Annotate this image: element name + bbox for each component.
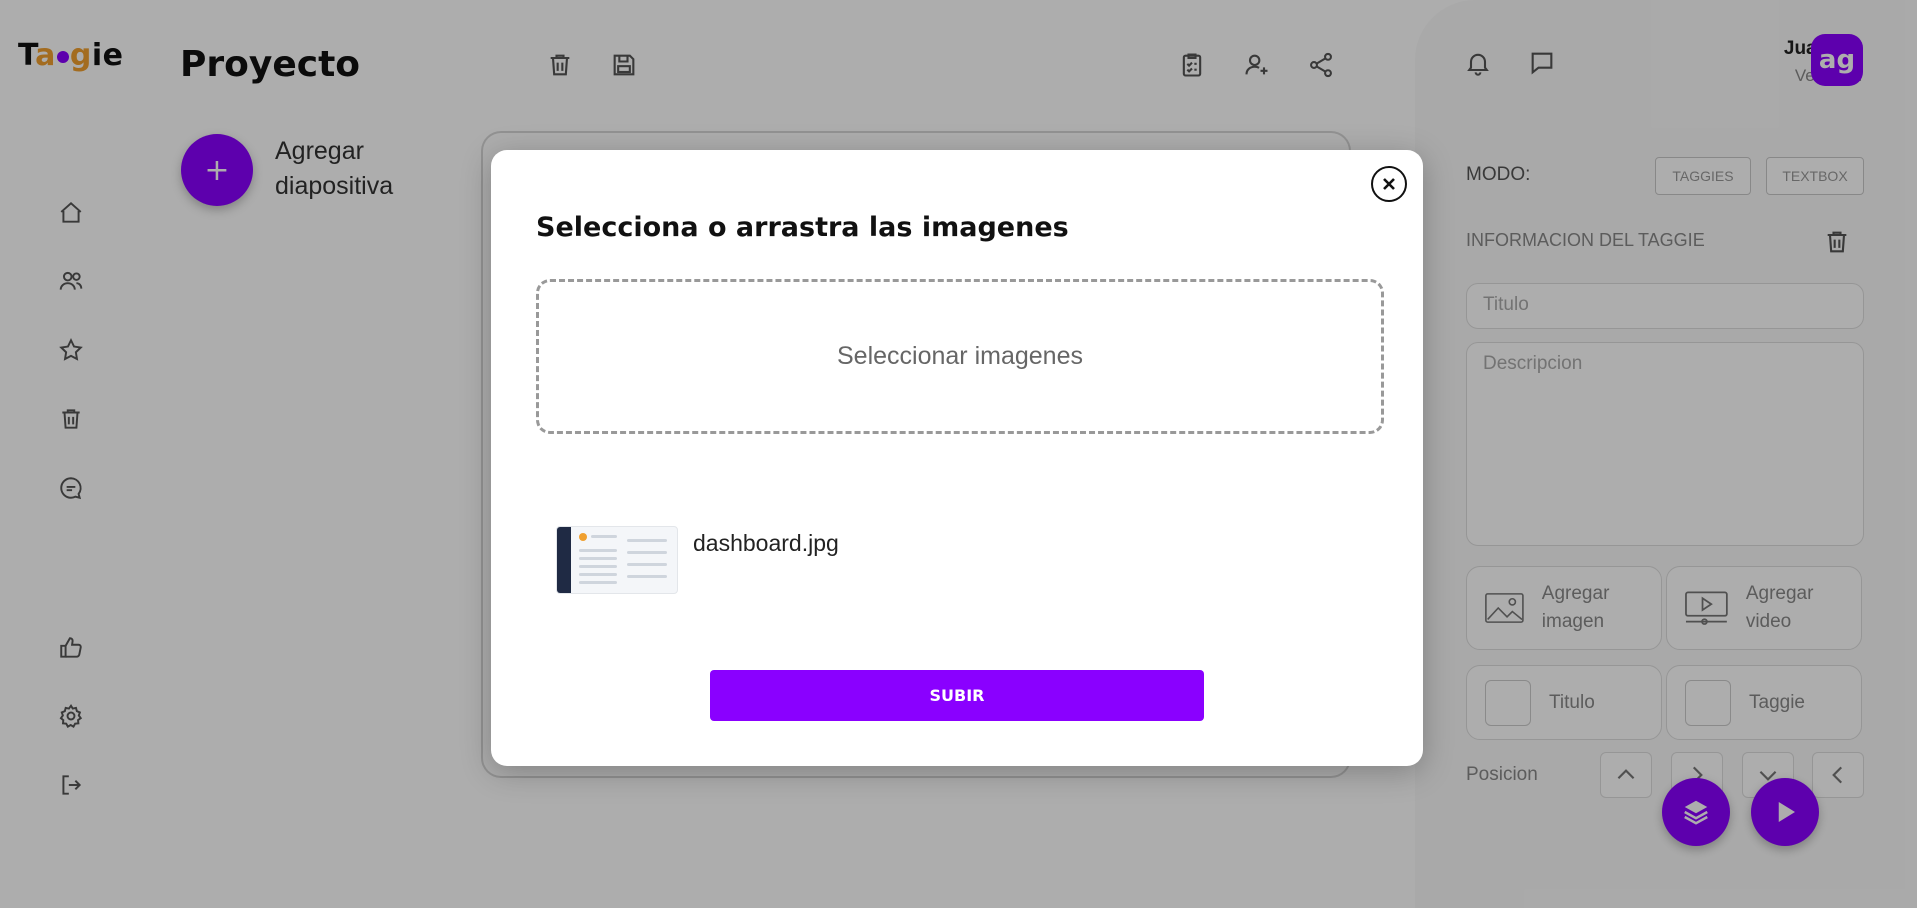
modal-title: Selecciona o arrastra las imagenes	[536, 212, 1069, 243]
file-thumbnail	[556, 526, 678, 594]
close-icon	[1383, 178, 1395, 190]
file-name: dashboard.jpg	[693, 530, 839, 556]
file-list-item: dashboard.jpg	[556, 526, 1316, 594]
dropzone-label: Seleccionar imagenes	[837, 342, 1083, 370]
upload-button[interactable]: SUBIR	[710, 670, 1204, 721]
close-button[interactable]	[1371, 166, 1407, 202]
app-root: Ta gie Proyecto + Agregar diapositiva Ve…	[0, 0, 1917, 908]
upload-images-modal: Selecciona o arrastra las imagenes Selec…	[491, 150, 1423, 766]
image-dropzone[interactable]: Seleccionar imagenes	[536, 279, 1384, 434]
